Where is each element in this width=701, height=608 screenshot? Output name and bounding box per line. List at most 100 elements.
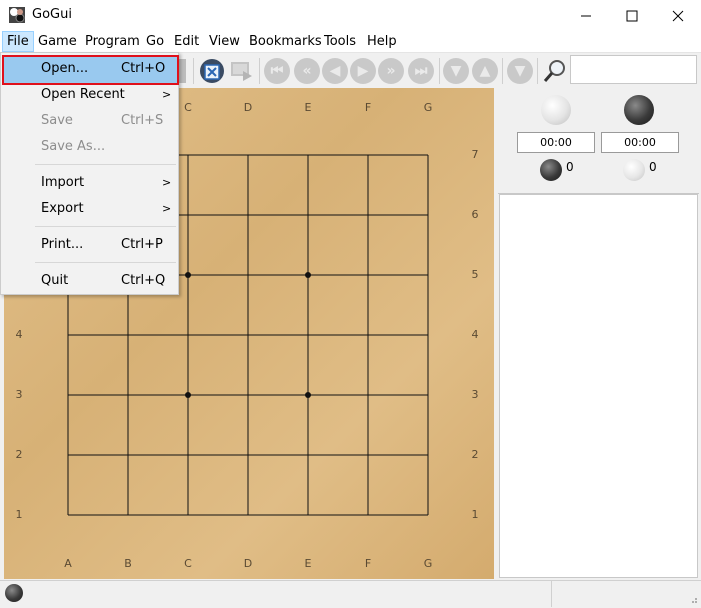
magnifier-icon	[543, 60, 565, 82]
column-label: D	[243, 557, 253, 570]
resize-grip-icon[interactable]	[690, 593, 698, 603]
row-label: 4	[15, 328, 23, 341]
hoshi-point	[305, 272, 311, 278]
menu-item-export[interactable]: Export >	[2, 197, 177, 221]
menu-item-shortcut: Ctrl+P	[121, 237, 163, 252]
menu-view[interactable]: View	[205, 31, 244, 52]
minimize-button[interactable]	[563, 0, 609, 31]
main-variation-icon: ▼	[514, 63, 526, 79]
menu-item-quit[interactable]: Quit Ctrl+Q	[2, 269, 177, 293]
maximize-icon	[626, 10, 638, 21]
menu-item-save-as[interactable]: Save As...	[2, 135, 177, 159]
menu-item-shortcut: Ctrl+S	[121, 113, 164, 128]
menu-item-open-recent[interactable]: Open Recent >	[2, 83, 177, 107]
menu-program[interactable]: Program	[81, 31, 144, 52]
row-label: 6	[471, 208, 479, 221]
close-button[interactable]	[655, 0, 701, 31]
menu-item-label: Open...	[41, 61, 89, 76]
menu-separator	[35, 164, 176, 165]
column-label: E	[304, 101, 312, 114]
menu-item-label: Open Recent	[41, 87, 125, 102]
menu-item-import[interactable]: Import >	[2, 171, 177, 195]
maximize-button[interactable]	[609, 0, 655, 31]
submenu-arrow-icon: >	[162, 176, 172, 189]
menu-item-print[interactable]: Print... Ctrl+P	[2, 233, 177, 257]
toolbar-separator	[537, 58, 538, 84]
row-label: 2	[15, 448, 23, 461]
hoshi-point	[185, 272, 191, 278]
computer-play-icon	[231, 62, 252, 81]
column-label: E	[304, 557, 312, 570]
fast-backward-icon: «	[302, 63, 312, 79]
forward-button[interactable]: ▶	[350, 58, 376, 84]
row-label: 1	[471, 508, 479, 521]
column-label: F	[364, 557, 372, 570]
column-label: A	[64, 557, 72, 570]
submenu-arrow-icon: >	[162, 88, 172, 101]
menu-bar: File Game Program Go Edit View Bookmarks…	[0, 31, 701, 53]
close-icon	[672, 10, 684, 21]
interrupt-button[interactable]	[198, 57, 226, 85]
submenu-arrow-icon: >	[162, 202, 172, 215]
menu-edit[interactable]: Edit	[170, 31, 203, 52]
black-stone-icon	[624, 95, 654, 125]
find-button[interactable]	[542, 58, 568, 84]
menu-item-label: Save	[41, 113, 73, 128]
window-title: GoGui	[32, 7, 72, 22]
status-divider	[551, 581, 552, 607]
column-label: G	[423, 557, 433, 570]
black-captures-count: 0	[566, 160, 574, 174]
forward-arrow-icon: ▶	[357, 63, 369, 79]
play-single-move-button[interactable]	[229, 59, 253, 83]
menu-item-label: Quit	[41, 273, 69, 288]
hoshi-point	[185, 392, 191, 398]
menu-item-shortcut: Ctrl+O	[121, 61, 166, 76]
backward-10-button[interactable]: «	[294, 58, 320, 84]
minimize-icon	[581, 15, 591, 16]
back-arrow-icon: ◀	[329, 63, 341, 79]
search-input[interactable]	[570, 55, 697, 84]
column-label: F	[364, 101, 372, 114]
menu-item-label: Save As...	[41, 139, 106, 154]
row-label: 5	[471, 268, 479, 281]
forward-10-button[interactable]: »	[378, 58, 404, 84]
menu-go[interactable]: Go	[142, 31, 168, 52]
next-variation-button[interactable]: ▼	[443, 58, 469, 84]
game-info-panel: 00:00 00:00 0 0	[498, 88, 699, 194]
toolbar-separator	[259, 58, 260, 84]
white-captures-icon	[623, 159, 645, 181]
back-button[interactable]: ◀	[322, 58, 348, 84]
row-label: 2	[471, 448, 479, 461]
row-label: 3	[15, 388, 23, 401]
hoshi-point	[305, 392, 311, 398]
white-clock: 00:00	[517, 132, 595, 153]
row-label: 3	[471, 388, 479, 401]
comment-area[interactable]	[499, 194, 698, 578]
row-label: 4	[471, 328, 479, 341]
column-label: D	[243, 101, 253, 114]
end-button[interactable]: ⏭	[408, 58, 434, 84]
menu-item-open[interactable]: Open... Ctrl+O	[2, 55, 179, 85]
column-label: B	[124, 557, 132, 570]
back-to-main-variation-button[interactable]: ▼	[507, 58, 533, 84]
status-bar	[0, 580, 701, 607]
menu-item-label: Export	[41, 201, 84, 216]
menu-bookmarks[interactable]: Bookmarks	[245, 31, 326, 52]
column-label: C	[184, 557, 192, 570]
menu-item-shortcut: Ctrl+Q	[121, 273, 166, 288]
title-bar: GoGui	[0, 0, 701, 31]
toolbar-separator	[502, 58, 503, 84]
file-menu-dropdown: Open... Ctrl+O Open Recent > Save Ctrl+S…	[0, 52, 179, 295]
menu-file[interactable]: File	[2, 31, 34, 52]
black-captures-icon	[540, 159, 562, 181]
toolbar-separator	[193, 58, 194, 84]
previous-variation-button[interactable]: ▲	[472, 58, 498, 84]
skip-to-start-icon: ⏮	[270, 63, 284, 79]
beginning-button[interactable]: ⏮	[264, 58, 290, 84]
menu-item-label: Print...	[41, 237, 84, 252]
menu-game[interactable]: Game	[34, 31, 81, 52]
menu-item-save[interactable]: Save Ctrl+S	[2, 109, 177, 133]
menu-tools[interactable]: Tools	[320, 31, 360, 52]
skip-to-end-icon: ⏭	[414, 63, 428, 79]
menu-help[interactable]: Help	[363, 31, 401, 52]
